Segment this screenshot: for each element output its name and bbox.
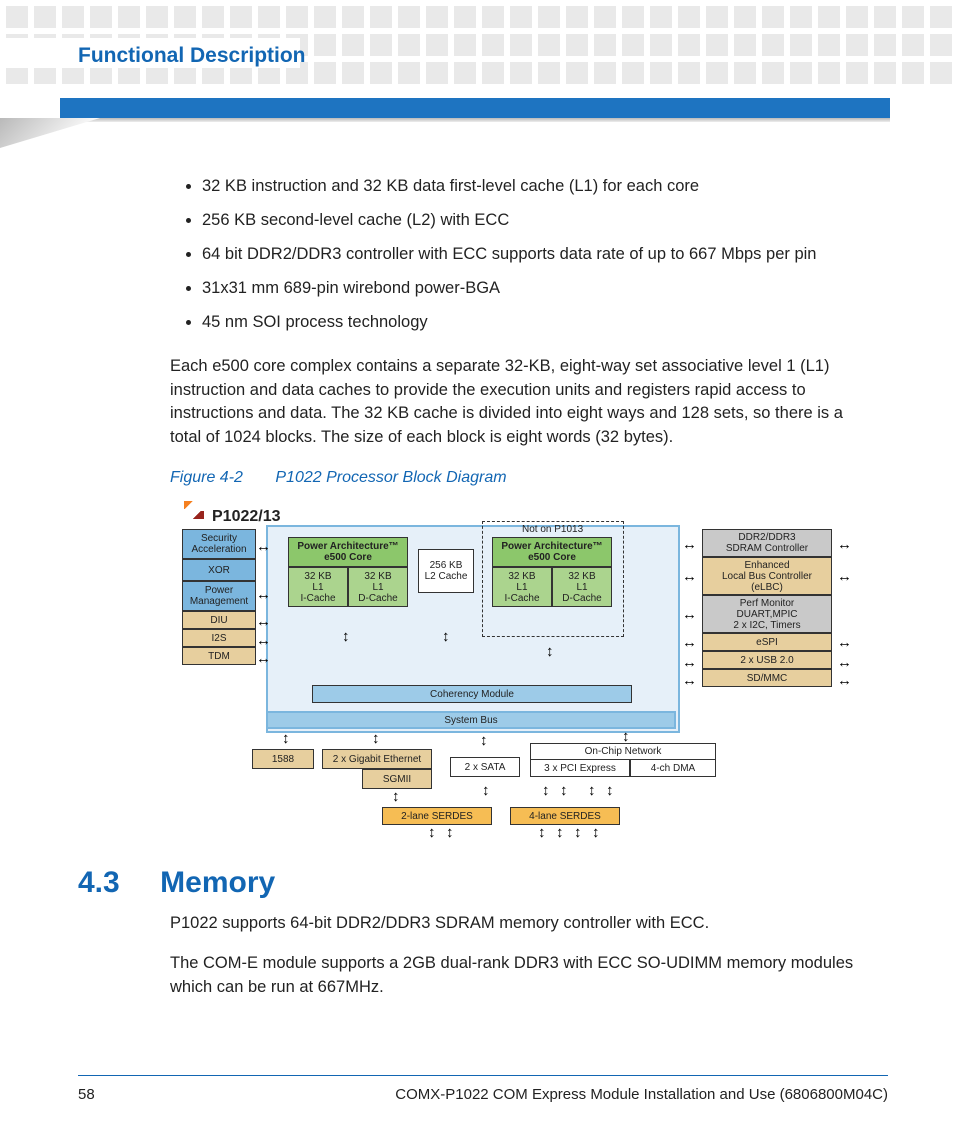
list-item: 31x31 mm 689-pin wirebond power-BGA bbox=[202, 277, 870, 301]
block-xor: XOR bbox=[182, 559, 256, 581]
arrow-icon: ↔ bbox=[682, 673, 697, 688]
body-paragraph: Each e500 core complex contains a separa… bbox=[170, 355, 870, 451]
figure-number: Figure 4-2 bbox=[170, 469, 243, 486]
section-heading: 4.3 Memory bbox=[78, 866, 878, 900]
figure-caption: Figure 4-2 P1022 Processor Block Diagram bbox=[170, 466, 870, 489]
block-1588: 1588 bbox=[252, 749, 314, 769]
header-blue-bar bbox=[60, 98, 890, 118]
arrow-icon: ↔ bbox=[682, 655, 697, 670]
arrow-icon: ↕ bbox=[560, 783, 568, 798]
doc-title: COMX-P1022 COM Express Module Installati… bbox=[395, 1086, 888, 1103]
body-paragraph: P1022 supports 64-bit DDR2/DDR3 SDRAM me… bbox=[170, 912, 870, 936]
l2-cache: 256 KB L2 Cache bbox=[418, 549, 474, 593]
arrow-icon: ↔ bbox=[256, 651, 271, 666]
arrow-icon: ↔ bbox=[256, 587, 271, 602]
freescale-logo-icon bbox=[184, 501, 206, 523]
arrow-icon: ↔ bbox=[256, 539, 271, 554]
arrow-icon: ↕ bbox=[282, 731, 290, 746]
arrow-icon: ↕ bbox=[442, 629, 450, 644]
block-pcie: 3 x PCI Express bbox=[530, 759, 630, 777]
block-espi: eSPI bbox=[702, 633, 832, 651]
arrow-icon: ↔ bbox=[682, 607, 697, 622]
arrow-icon: ↔ bbox=[837, 537, 852, 552]
on-chip-network: On-Chip Network bbox=[530, 743, 716, 759]
list-item: 256 KB second-level cache (L2) with ECC bbox=[202, 209, 870, 233]
block-perf: Perf Monitor DUART,MPIC 2 x I2C, Timers bbox=[702, 595, 832, 633]
core1-icache: 32 KB L1 I-Cache bbox=[288, 567, 348, 607]
arrow-icon: ↕ bbox=[574, 825, 582, 840]
chapter-title: Functional Description bbox=[78, 44, 306, 68]
arrow-icon: ↕ bbox=[622, 729, 630, 744]
page-number: 58 bbox=[78, 1086, 95, 1103]
header-grey-wedge bbox=[0, 118, 100, 148]
list-item: 45 nm SOI process technology bbox=[202, 311, 870, 335]
arrow-icon: ↕ bbox=[342, 629, 350, 644]
block-diagram: P1022/13 Coherency Module System Bus Sec… bbox=[182, 499, 858, 839]
not-on-p1013-label: Not on P1013 bbox=[522, 523, 583, 538]
block-i2s: I2S bbox=[182, 629, 256, 647]
block-power-mgmt: Power Management bbox=[182, 581, 256, 611]
block-gbe: 2 x Gigabit Ethernet bbox=[322, 749, 432, 769]
arrow-icon: ↔ bbox=[682, 569, 697, 584]
spec-list: 32 KB instruction and 32 KB data first-l… bbox=[170, 175, 870, 335]
core2-title: Power Architecture™ e500 Core bbox=[492, 537, 612, 567]
arrow-icon: ↕ bbox=[480, 733, 488, 748]
block-ddr: DDR2/DDR3 SDRAM Controller bbox=[702, 529, 832, 557]
arrow-icon: ↕ bbox=[556, 825, 564, 840]
arrow-icon: ↔ bbox=[837, 673, 852, 688]
coherency-module: Coherency Module bbox=[312, 685, 632, 703]
section-title: Memory bbox=[160, 866, 275, 899]
arrow-icon: ↕ bbox=[482, 783, 490, 798]
arrow-icon: ↕ bbox=[446, 825, 454, 840]
arrow-icon: ↔ bbox=[682, 635, 697, 650]
arrow-icon: ↕ bbox=[538, 825, 546, 840]
section-number: 4.3 bbox=[78, 866, 120, 899]
block-sata: 2 x SATA bbox=[450, 757, 520, 777]
block-tdm: TDM bbox=[182, 647, 256, 665]
arrow-icon: ↕ bbox=[606, 783, 614, 798]
arrow-icon: ↕ bbox=[392, 789, 400, 804]
arrow-icon: ↕ bbox=[592, 825, 600, 840]
system-bus-label: System Bus bbox=[266, 711, 676, 729]
core2-dcache: 32 KB L1 D-Cache bbox=[552, 567, 612, 607]
arrow-icon: ↔ bbox=[256, 633, 271, 648]
body-paragraph: The COM-E module supports a 2GB dual-ran… bbox=[170, 952, 870, 1000]
arrow-icon: ↔ bbox=[682, 537, 697, 552]
footer-rule bbox=[78, 1075, 888, 1076]
arrow-icon: ↔ bbox=[256, 614, 271, 629]
block-elbc: Enhanced Local Bus Controller (eLBC) bbox=[702, 557, 832, 595]
block-sgmii: SGMII bbox=[362, 769, 432, 789]
block-usb: 2 x USB 2.0 bbox=[702, 651, 832, 669]
arrow-icon: ↔ bbox=[837, 655, 852, 670]
figure-title: P1022 Processor Block Diagram bbox=[275, 469, 506, 486]
block-dma: 4-ch DMA bbox=[630, 759, 716, 777]
page-footer: 58 COMX-P1022 COM Express Module Install… bbox=[78, 1086, 888, 1103]
header-grey-bar bbox=[60, 118, 890, 122]
arrow-icon: ↔ bbox=[837, 569, 852, 584]
core1-title: Power Architecture™ e500 Core bbox=[288, 537, 408, 567]
arrow-icon: ↕ bbox=[546, 644, 554, 659]
core1-dcache: 32 KB L1 D-Cache bbox=[348, 567, 408, 607]
block-sdmmc: SD/MMC bbox=[702, 669, 832, 687]
block-diu: DIU bbox=[182, 611, 256, 629]
list-item: 64 bit DDR2/DDR3 controller with ECC sup… bbox=[202, 243, 870, 267]
arrow-icon: ↔ bbox=[837, 635, 852, 650]
arrow-icon: ↕ bbox=[428, 825, 436, 840]
block-serdes4: 4-lane SERDES bbox=[510, 807, 620, 825]
block-serdes2: 2-lane SERDES bbox=[382, 807, 492, 825]
arrow-icon: ↕ bbox=[588, 783, 596, 798]
block-security: Security Acceleration bbox=[182, 529, 256, 559]
list-item: 32 KB instruction and 32 KB data first-l… bbox=[202, 175, 870, 199]
arrow-icon: ↕ bbox=[372, 731, 380, 746]
core2-icache: 32 KB L1 I-Cache bbox=[492, 567, 552, 607]
arrow-icon: ↕ bbox=[542, 783, 550, 798]
